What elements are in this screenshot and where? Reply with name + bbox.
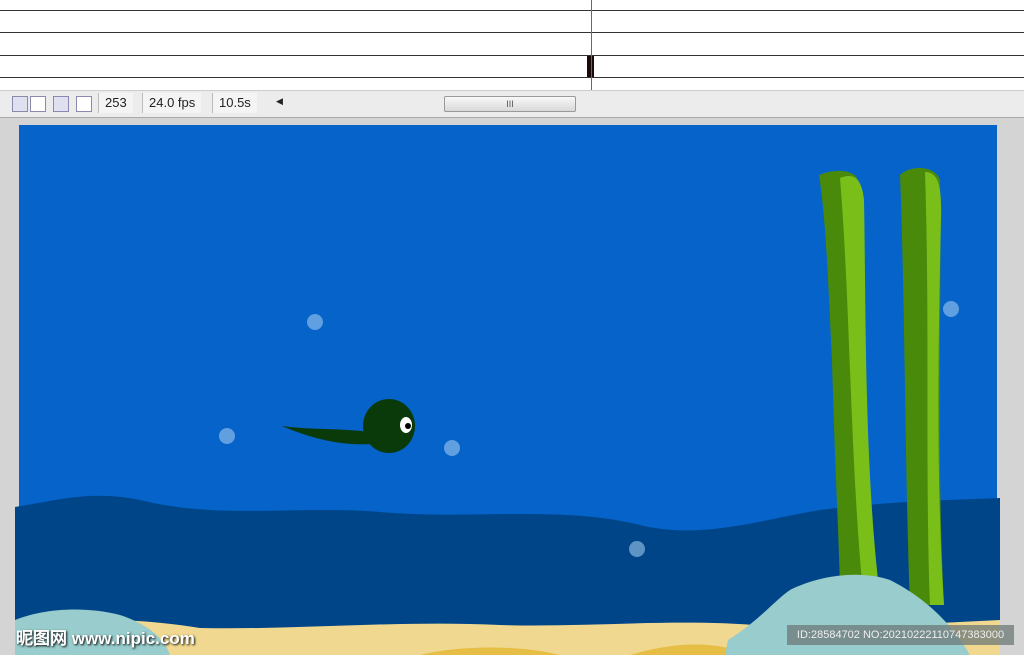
timeline-panel[interactable] (0, 0, 1024, 92)
layer-divider (0, 77, 1024, 78)
onion-skin-outlines-icon[interactable] (30, 96, 46, 112)
frame-rate[interactable]: 24.0 fps (142, 93, 202, 113)
scroll-left-icon[interactable]: ◀ (276, 96, 283, 107)
elapsed-time: 10.5s (212, 93, 257, 113)
watermark-logo: 昵图网 www.nipic.com (16, 629, 195, 648)
horizontal-scrollbar-thumb[interactable]: III (444, 96, 576, 112)
onion-skin-icon[interactable] (12, 96, 28, 112)
layer-divider (0, 10, 1024, 11)
edit-multiple-frames-icon[interactable] (53, 96, 69, 112)
watermark-id: ID:28584702 NO:20210222110747383000 (787, 625, 1014, 645)
timeline-statusbar: 253 24.0 fps 10.5s ◀ III (0, 90, 1024, 118)
layer-divider (0, 55, 1024, 56)
stage-canvas[interactable] (0, 117, 1024, 655)
current-frame: 253 (98, 93, 133, 113)
modify-onion-markers-icon[interactable] (76, 96, 92, 112)
layer-divider (0, 32, 1024, 33)
playhead[interactable] (591, 0, 592, 92)
